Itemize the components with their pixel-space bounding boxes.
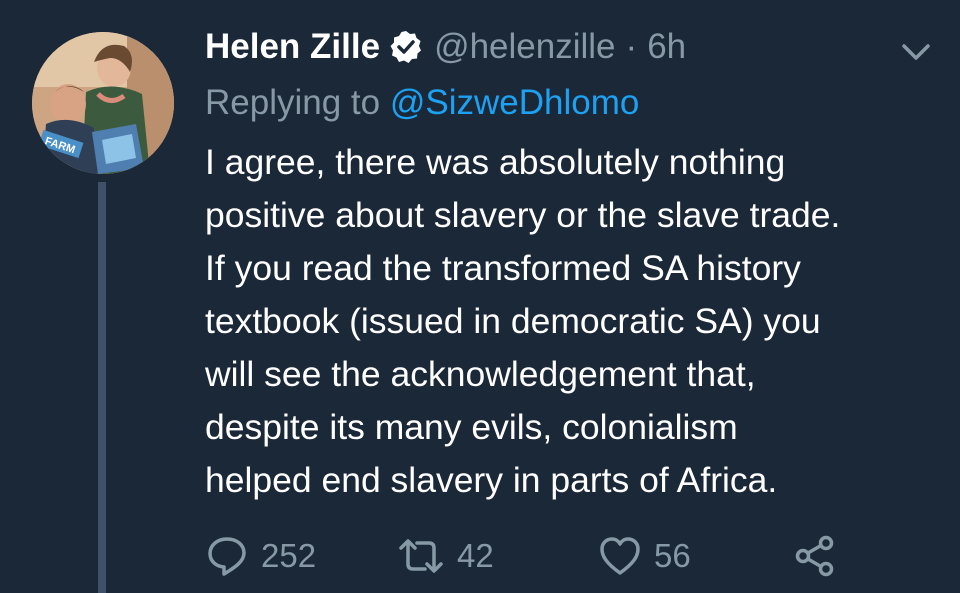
author-handle[interactable]: @helenzille [434, 27, 615, 67]
timestamp[interactable]: 6h [647, 27, 686, 67]
retweet-count: 42 [457, 537, 494, 574]
avatar-photo: FARM [32, 32, 174, 174]
author-name[interactable]: Helen Zille [205, 27, 380, 67]
tweet-text-line: helped end slavery in parts of Africa. [205, 460, 778, 500]
avatar[interactable]: FARM [32, 32, 174, 174]
reply-button[interactable]: 252 [205, 530, 316, 582]
tweet-header: Helen Zille @helenzille · 6h [205, 22, 686, 72]
replying-to-prefix: Replying to [205, 83, 390, 122]
thread-line [98, 182, 106, 593]
retweet-icon [399, 539, 443, 573]
tweet-text-line: If you read the transformed SA history [205, 248, 801, 288]
verified-badge-icon [388, 29, 424, 65]
tweet[interactable]: FARM Helen Zille @helenzille · 6h Replyi… [0, 0, 960, 593]
retweet-button[interactable]: 42 [397, 530, 494, 582]
tweet-text-line: I agree, there was absolutely nothing [205, 142, 786, 182]
reply-icon [208, 537, 246, 576]
chevron-down-icon[interactable] [898, 38, 934, 66]
replying-to: Replying to @SizweDhlomo [205, 83, 639, 123]
like-button[interactable]: 56 [598, 530, 691, 582]
tweet-text: I agree, there was absolutely nothing po… [205, 136, 945, 507]
tweet-text-line: positive about slavery or the slave trad… [205, 195, 841, 235]
mention-link[interactable]: @SizweDhlomo [390, 83, 640, 122]
share-icon [795, 535, 834, 577]
tweet-text-line: textbook (issued in democratic SA) you [205, 301, 821, 341]
header-separator: · [625, 27, 638, 66]
tweet-text-line: despite its many evils, colonialism [205, 407, 738, 447]
reply-count: 252 [261, 537, 317, 574]
tweet-text-line: will see the acknowledgement that, [205, 354, 756, 394]
action-bar: 252 42 56 [205, 530, 925, 582]
like-count: 56 [654, 537, 691, 574]
share-button[interactable] [793, 530, 837, 582]
heart-icon [600, 537, 640, 575]
